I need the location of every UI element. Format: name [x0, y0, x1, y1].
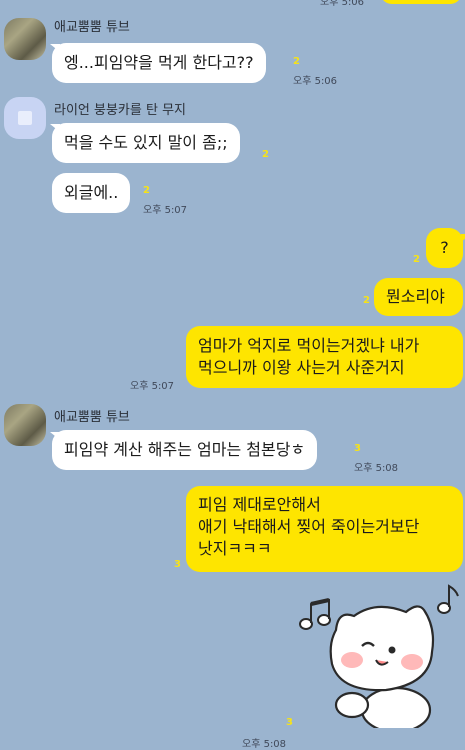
sender-name: 애교뿜뿜 튜브	[54, 410, 130, 425]
unread-count: 3	[354, 443, 361, 454]
unread-count: 2	[293, 56, 300, 67]
message-line: 엄마가 억지로 먹이는거겠냐 내가	[198, 336, 420, 355]
message-line: 먹으니까 이왕 사는거 사준거지	[198, 358, 405, 377]
unread-count: 3	[286, 717, 293, 728]
unread-count: 2	[143, 185, 150, 196]
music-note-icon	[437, 584, 459, 614]
message-bubble[interactable]: 엥...피임약을 먹게 한다고??	[52, 43, 266, 83]
sticker-music-cat[interactable]	[296, 580, 465, 728]
my-message-bubble[interactable]: ?	[426, 228, 463, 268]
message-line: 애기 낙태해서 찢어 죽이는거보단	[198, 517, 420, 536]
sender-name: 애교뿜뿜 튜브	[54, 20, 130, 35]
message-time: 오후 5:06	[293, 76, 338, 87]
message-time: 오후 5:07	[130, 381, 175, 392]
unread-count: 2	[262, 149, 269, 160]
avatar-muzi[interactable]	[4, 97, 46, 139]
message-time: 오후 5:08	[354, 463, 399, 474]
my-message-bubble[interactable]: 뭔소리야	[374, 278, 463, 316]
message-bubble[interactable]: 외글에..	[52, 173, 131, 213]
message-bubble[interactable]: 먹을 수도 있지 말이 좀;;	[52, 123, 240, 163]
message-time: 오후 5:07	[143, 205, 188, 216]
message-time: 오후 5:08	[242, 739, 287, 750]
message-line: 낫지ㅋㅋㅋ	[198, 539, 272, 558]
top-partial-time: 오후 5:06	[320, 0, 365, 8]
unread-count: 2	[413, 254, 420, 265]
avatar-placeholder-icon	[18, 111, 32, 125]
unread-count: 2	[363, 295, 370, 306]
my-message-bubble[interactable]: 엄마가 억지로 먹이는거겠냐 내가 먹으니까 이왕 사는거 사준거지	[186, 326, 463, 388]
unread-count: 3	[174, 559, 181, 570]
my-message-bubble[interactable]: 피임 제대로안해서 애기 낙태해서 찢어 죽이는거보단 낫지ㅋㅋㅋ	[186, 486, 463, 572]
avatar-tube[interactable]	[4, 404, 46, 446]
message-line: 피임 제대로안해서	[198, 495, 321, 514]
sender-name: 라이언 붕붕카를 탄 무지	[54, 103, 186, 118]
music-note-icon	[299, 598, 331, 630]
top-partial-bubble[interactable]	[380, 0, 462, 4]
avatar-tube[interactable]	[4, 18, 46, 60]
message-bubble[interactable]: 피임약 계산 해주는 엄마는 첨본당ㅎ	[52, 430, 318, 470]
